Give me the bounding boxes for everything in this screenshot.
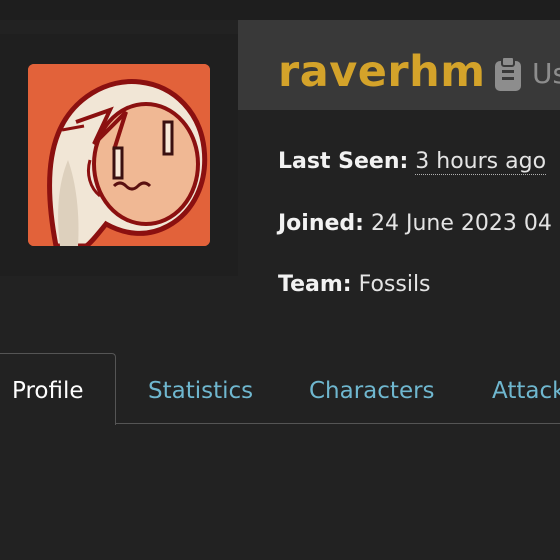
tab-statistics[interactable]: Statistics	[148, 374, 253, 408]
last-seen-label: Last Seen:	[278, 149, 409, 174]
tab-profile[interactable]: Profile	[12, 374, 84, 408]
tab-characters[interactable]: Characters	[309, 374, 435, 408]
team-value[interactable]: Fossils	[359, 272, 431, 297]
avatar[interactable]	[28, 64, 210, 246]
last-seen-row: Last Seen: 3 hours ago	[278, 147, 547, 177]
team-row: Team: Fossils	[278, 270, 431, 300]
joined-row: Joined: 24 June 2023 04	[278, 209, 552, 239]
joined-value: 24 June 2023 04	[370, 211, 552, 236]
top-bar	[0, 0, 560, 20]
clipboard-icon[interactable]	[494, 56, 522, 92]
avatar-drawing	[28, 64, 210, 246]
username: raverhm	[278, 47, 486, 97]
tab-attacks[interactable]: Attack	[492, 374, 560, 408]
team-label: Team:	[278, 272, 352, 297]
last-seen-value[interactable]: 3 hours ago	[415, 149, 547, 175]
joined-label: Joined:	[278, 211, 364, 236]
user-group-label: Us	[532, 57, 560, 90]
